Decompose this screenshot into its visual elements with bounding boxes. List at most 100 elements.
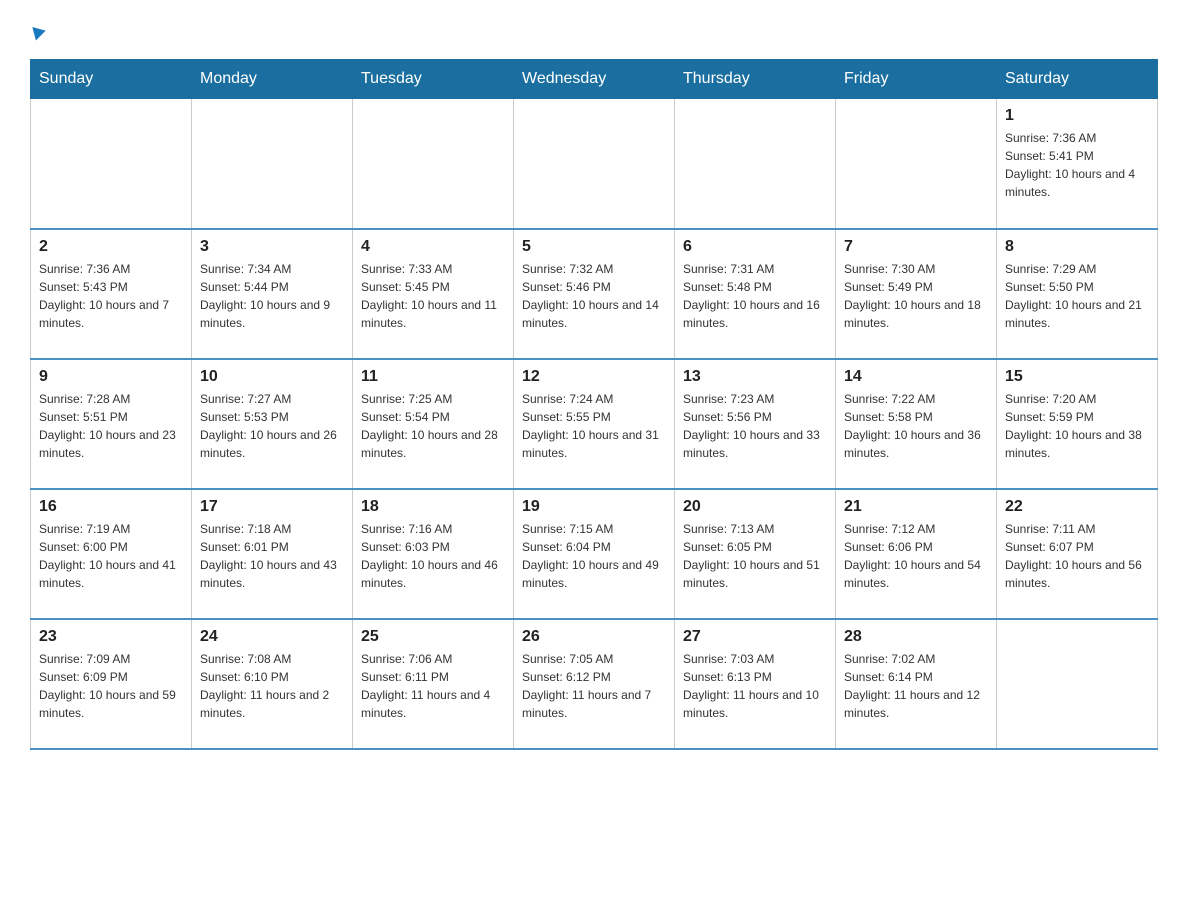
day-info: Sunrise: 7:29 AMSunset: 5:50 PMDaylight:… bbox=[1005, 260, 1149, 332]
logo bbox=[30, 20, 48, 49]
day-info: Sunrise: 7:12 AMSunset: 6:06 PMDaylight:… bbox=[844, 520, 988, 592]
day-info: Sunrise: 7:27 AMSunset: 5:53 PMDaylight:… bbox=[200, 390, 344, 462]
calendar-day: 1 Sunrise: 7:36 AMSunset: 5:41 PMDaylight… bbox=[997, 99, 1158, 229]
day-number: 16 bbox=[39, 498, 183, 516]
day-info: Sunrise: 7:03 AMSunset: 6:13 PMDaylight:… bbox=[683, 650, 827, 722]
day-number: 27 bbox=[683, 628, 827, 646]
day-info: Sunrise: 7:20 AMSunset: 5:59 PMDaylight:… bbox=[1005, 390, 1149, 462]
day-number: 9 bbox=[39, 368, 183, 386]
day-info: Sunrise: 7:28 AMSunset: 5:51 PMDaylight:… bbox=[39, 390, 183, 462]
day-number: 17 bbox=[200, 498, 344, 516]
day-number: 22 bbox=[1005, 498, 1149, 516]
calendar-day: 11 Sunrise: 7:25 AMSunset: 5:54 PMDayligh… bbox=[353, 359, 514, 489]
calendar-day: 27 Sunrise: 7:03 AMSunset: 6:13 PMDayligh… bbox=[675, 619, 836, 749]
day-info: Sunrise: 7:30 AMSunset: 5:49 PMDaylight:… bbox=[844, 260, 988, 332]
day-info: Sunrise: 7:15 AMSunset: 6:04 PMDaylight:… bbox=[522, 520, 666, 592]
day-number: 15 bbox=[1005, 368, 1149, 386]
calendar-day: 15 Sunrise: 7:20 AMSunset: 5:59 PMDayligh… bbox=[997, 359, 1158, 489]
day-info: Sunrise: 7:05 AMSunset: 6:12 PMDaylight:… bbox=[522, 650, 666, 722]
day-number: 4 bbox=[361, 238, 505, 256]
day-info: Sunrise: 7:16 AMSunset: 6:03 PMDaylight:… bbox=[361, 520, 505, 592]
day-number: 24 bbox=[200, 628, 344, 646]
calendar-day bbox=[675, 99, 836, 229]
weekday-header-monday: Monday bbox=[192, 60, 353, 99]
calendar-week-3: 9 Sunrise: 7:28 AMSunset: 5:51 PMDaylight… bbox=[31, 359, 1158, 489]
calendar-day: 9 Sunrise: 7:28 AMSunset: 5:51 PMDaylight… bbox=[31, 359, 192, 489]
calendar-day bbox=[31, 99, 192, 229]
day-number: 11 bbox=[361, 368, 505, 386]
weekday-header-saturday: Saturday bbox=[997, 60, 1158, 99]
calendar-day: 14 Sunrise: 7:22 AMSunset: 5:58 PMDayligh… bbox=[836, 359, 997, 489]
calendar-day: 12 Sunrise: 7:24 AMSunset: 5:55 PMDayligh… bbox=[514, 359, 675, 489]
calendar-week-5: 23 Sunrise: 7:09 AMSunset: 6:09 PMDayligh… bbox=[31, 619, 1158, 749]
day-number: 5 bbox=[522, 238, 666, 256]
day-info: Sunrise: 7:33 AMSunset: 5:45 PMDaylight:… bbox=[361, 260, 505, 332]
day-number: 3 bbox=[200, 238, 344, 256]
day-info: Sunrise: 7:36 AMSunset: 5:43 PMDaylight:… bbox=[39, 260, 183, 332]
day-number: 8 bbox=[1005, 238, 1149, 256]
calendar-day: 25 Sunrise: 7:06 AMSunset: 6:11 PMDayligh… bbox=[353, 619, 514, 749]
calendar-day: 3Sunrise: 7:34 AMSunset: 5:44 PMDaylight… bbox=[192, 229, 353, 359]
weekday-header-sunday: Sunday bbox=[31, 60, 192, 99]
day-info: Sunrise: 7:18 AMSunset: 6:01 PMDaylight:… bbox=[200, 520, 344, 592]
day-number: 23 bbox=[39, 628, 183, 646]
day-info: Sunrise: 7:06 AMSunset: 6:11 PMDaylight:… bbox=[361, 650, 505, 722]
day-info: Sunrise: 7:24 AMSunset: 5:55 PMDaylight:… bbox=[522, 390, 666, 462]
calendar-day: 16 Sunrise: 7:19 AMSunset: 6:00 PMDayligh… bbox=[31, 489, 192, 619]
calendar-week-2: 2Sunrise: 7:36 AMSunset: 5:43 PMDaylight… bbox=[31, 229, 1158, 359]
day-number: 25 bbox=[361, 628, 505, 646]
weekday-header-tuesday: Tuesday bbox=[353, 60, 514, 99]
calendar-day: 18 Sunrise: 7:16 AMSunset: 6:03 PMDayligh… bbox=[353, 489, 514, 619]
day-info: Sunrise: 7:36 AMSunset: 5:41 PMDaylight:… bbox=[1005, 129, 1149, 201]
day-info: Sunrise: 7:09 AMSunset: 6:09 PMDaylight:… bbox=[39, 650, 183, 722]
calendar-day: 19 Sunrise: 7:15 AMSunset: 6:04 PMDayligh… bbox=[514, 489, 675, 619]
logo-triangle-icon bbox=[26, 22, 48, 49]
calendar-day bbox=[192, 99, 353, 229]
day-number: 6 bbox=[683, 238, 827, 256]
day-number: 19 bbox=[522, 498, 666, 516]
day-number: 20 bbox=[683, 498, 827, 516]
calendar-day: 7 Sunrise: 7:30 AMSunset: 5:49 PMDaylight… bbox=[836, 229, 997, 359]
calendar-day: 21 Sunrise: 7:12 AMSunset: 6:06 PMDayligh… bbox=[836, 489, 997, 619]
day-number: 26 bbox=[522, 628, 666, 646]
calendar-week-4: 16 Sunrise: 7:19 AMSunset: 6:00 PMDayligh… bbox=[31, 489, 1158, 619]
calendar-day: 20Sunrise: 7:13 AMSunset: 6:05 PMDayligh… bbox=[675, 489, 836, 619]
day-info: Sunrise: 7:02 AMSunset: 6:14 PMDaylight:… bbox=[844, 650, 988, 722]
day-number: 18 bbox=[361, 498, 505, 516]
day-info: Sunrise: 7:08 AMSunset: 6:10 PMDaylight:… bbox=[200, 650, 344, 722]
page-header bbox=[30, 20, 1158, 49]
calendar-day: 26 Sunrise: 7:05 AMSunset: 6:12 PMDayligh… bbox=[514, 619, 675, 749]
day-number: 7 bbox=[844, 238, 988, 256]
day-number: 14 bbox=[844, 368, 988, 386]
day-info: Sunrise: 7:11 AMSunset: 6:07 PMDaylight:… bbox=[1005, 520, 1149, 592]
day-number: 21 bbox=[844, 498, 988, 516]
calendar-day bbox=[836, 99, 997, 229]
weekday-header-wednesday: Wednesday bbox=[514, 60, 675, 99]
calendar-day bbox=[514, 99, 675, 229]
day-number: 13 bbox=[683, 368, 827, 386]
calendar-day: 24 Sunrise: 7:08 AMSunset: 6:10 PMDayligh… bbox=[192, 619, 353, 749]
weekday-header-row: SundayMondayTuesdayWednesdayThursdayFrid… bbox=[31, 60, 1158, 99]
calendar-day: 8 Sunrise: 7:29 AMSunset: 5:50 PMDaylight… bbox=[997, 229, 1158, 359]
day-number: 10 bbox=[200, 368, 344, 386]
calendar-day: 2Sunrise: 7:36 AMSunset: 5:43 PMDaylight… bbox=[31, 229, 192, 359]
day-info: Sunrise: 7:23 AMSunset: 5:56 PMDaylight:… bbox=[683, 390, 827, 462]
day-info: Sunrise: 7:32 AMSunset: 5:46 PMDaylight:… bbox=[522, 260, 666, 332]
calendar-day: 4 Sunrise: 7:33 AMSunset: 5:45 PMDaylight… bbox=[353, 229, 514, 359]
day-info: Sunrise: 7:19 AMSunset: 6:00 PMDaylight:… bbox=[39, 520, 183, 592]
day-info: Sunrise: 7:31 AMSunset: 5:48 PMDaylight:… bbox=[683, 260, 827, 332]
day-info: Sunrise: 7:25 AMSunset: 5:54 PMDaylight:… bbox=[361, 390, 505, 462]
day-info: Sunrise: 7:22 AMSunset: 5:58 PMDaylight:… bbox=[844, 390, 988, 462]
day-number: 12 bbox=[522, 368, 666, 386]
calendar-week-1: 1 Sunrise: 7:36 AMSunset: 5:41 PMDaylight… bbox=[31, 99, 1158, 229]
calendar-table: SundayMondayTuesdayWednesdayThursdayFrid… bbox=[30, 59, 1158, 750]
calendar-day: 6 Sunrise: 7:31 AMSunset: 5:48 PMDaylight… bbox=[675, 229, 836, 359]
day-number: 28 bbox=[844, 628, 988, 646]
day-number: 1 bbox=[1005, 107, 1149, 125]
calendar-day bbox=[353, 99, 514, 229]
calendar-day: 17 Sunrise: 7:18 AMSunset: 6:01 PMDayligh… bbox=[192, 489, 353, 619]
calendar-day: 10 Sunrise: 7:27 AMSunset: 5:53 PMDayligh… bbox=[192, 359, 353, 489]
calendar-day: 22 Sunrise: 7:11 AMSunset: 6:07 PMDayligh… bbox=[997, 489, 1158, 619]
calendar-day bbox=[997, 619, 1158, 749]
calendar-day: 5 Sunrise: 7:32 AMSunset: 5:46 PMDaylight… bbox=[514, 229, 675, 359]
